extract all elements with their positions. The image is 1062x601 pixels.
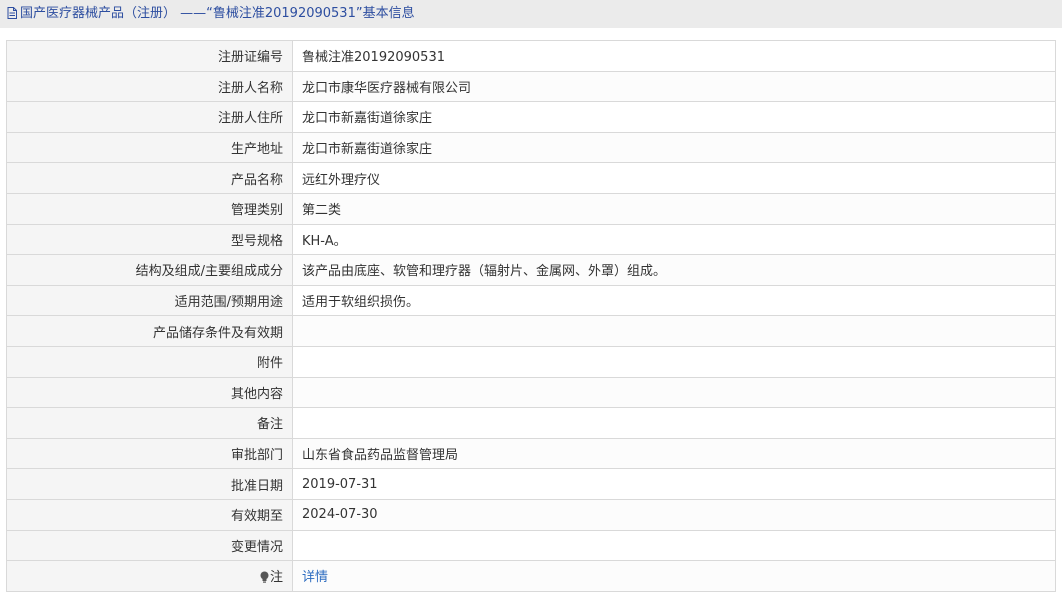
field-label: 注册证编号 [6, 40, 293, 72]
table-row: 管理类别 第二类 [6, 192, 1056, 225]
field-label: 其他内容 [6, 376, 293, 409]
field-label: 有效期至 [6, 498, 293, 531]
details-link[interactable]: 详情 [302, 570, 328, 585]
note-value-cell: 详情 [292, 560, 1056, 592]
page-title-bar: 国产医疗器械产品（注册） ——“鲁械注准20192090531”基本信息 [0, 0, 1062, 28]
page-title: 国产医疗器械产品（注册） ——“鲁械注准20192090531”基本信息 [20, 6, 415, 21]
field-value: 山东省食品药品监督管理局 [292, 437, 1056, 470]
note-label: 注 [269, 570, 283, 586]
table-row: 注册人住所 龙口市新嘉街道徐家庄 [6, 101, 1056, 133]
field-label: 管理类别 [6, 192, 293, 225]
table-row: 注册人名称 龙口市康华医疗器械有限公司 [6, 70, 1056, 103]
field-value: 该产品由底座、软管和理疗器（辐射片、金属网、外罩）组成。 [292, 254, 1056, 286]
table-row: 产品名称 远红外理疗仪 [6, 162, 1056, 194]
field-value: 2019-07-31 [292, 468, 1056, 500]
field-value: 第二类 [292, 192, 1056, 225]
field-value [292, 345, 1056, 378]
field-value: 龙口市新嘉街道徐家庄 [292, 101, 1056, 133]
field-label: 适用范围/预期用途 [6, 284, 293, 317]
table-row: 型号规格 KH-A。 [6, 223, 1056, 256]
table-row: 适用范围/预期用途 适用于软组织损伤。 [6, 284, 1056, 317]
field-value [292, 407, 1056, 439]
field-label: 备注 [6, 407, 293, 439]
info-table: 注册证编号 鲁械注准20192090531 注册人名称 龙口市康华医疗器械有限公… [6, 40, 1056, 592]
field-label: 产品名称 [6, 162, 293, 194]
table-row: 备注 [6, 407, 1056, 439]
field-value: KH-A。 [292, 223, 1056, 256]
field-value: 鲁械注准20192090531 [292, 40, 1056, 72]
table-row: 变更情况 [6, 529, 1056, 562]
table-row: 注册证编号 鲁械注准20192090531 [6, 40, 1056, 72]
field-value: 适用于软组织损伤。 [292, 284, 1056, 317]
table-row: 结构及组成/主要组成成分 该产品由底座、软管和理疗器（辐射片、金属网、外罩）组成… [6, 254, 1056, 286]
field-value: 龙口市康华医疗器械有限公司 [292, 70, 1056, 103]
table-row: 生产地址 龙口市新嘉街道徐家庄 [6, 131, 1056, 164]
field-value [292, 529, 1056, 562]
table-row: 产品储存条件及有效期 [6, 315, 1056, 347]
note-label-cell: 注 [6, 560, 293, 592]
table-row: 有效期至 2024-07-30 [6, 498, 1056, 531]
field-value [292, 376, 1056, 409]
field-label: 注册人住所 [6, 101, 293, 133]
field-label: 注册人名称 [6, 70, 293, 103]
field-label: 批准日期 [6, 468, 293, 500]
info-table-container: 注册证编号 鲁械注准20192090531 注册人名称 龙口市康华医疗器械有限公… [6, 40, 1056, 592]
field-value [292, 315, 1056, 347]
field-label: 型号规格 [6, 223, 293, 256]
document-icon [7, 6, 17, 19]
field-label: 产品储存条件及有效期 [6, 315, 293, 347]
table-row: 审批部门 山东省食品药品监督管理局 [6, 437, 1056, 470]
field-value: 龙口市新嘉街道徐家庄 [292, 131, 1056, 164]
table-row-note: 注 详情 [6, 560, 1056, 592]
field-value: 远红外理疗仪 [292, 162, 1056, 194]
field-value: 2024-07-30 [292, 498, 1056, 531]
table-row: 附件 [6, 345, 1056, 378]
lightbulb-icon [260, 571, 269, 583]
field-label: 变更情况 [6, 529, 293, 562]
field-label: 结构及组成/主要组成成分 [6, 254, 293, 286]
table-row: 批准日期 2019-07-31 [6, 468, 1056, 500]
field-label: 生产地址 [6, 131, 293, 164]
table-row: 其他内容 [6, 376, 1056, 409]
field-label: 附件 [6, 345, 293, 378]
field-label: 审批部门 [6, 437, 293, 470]
